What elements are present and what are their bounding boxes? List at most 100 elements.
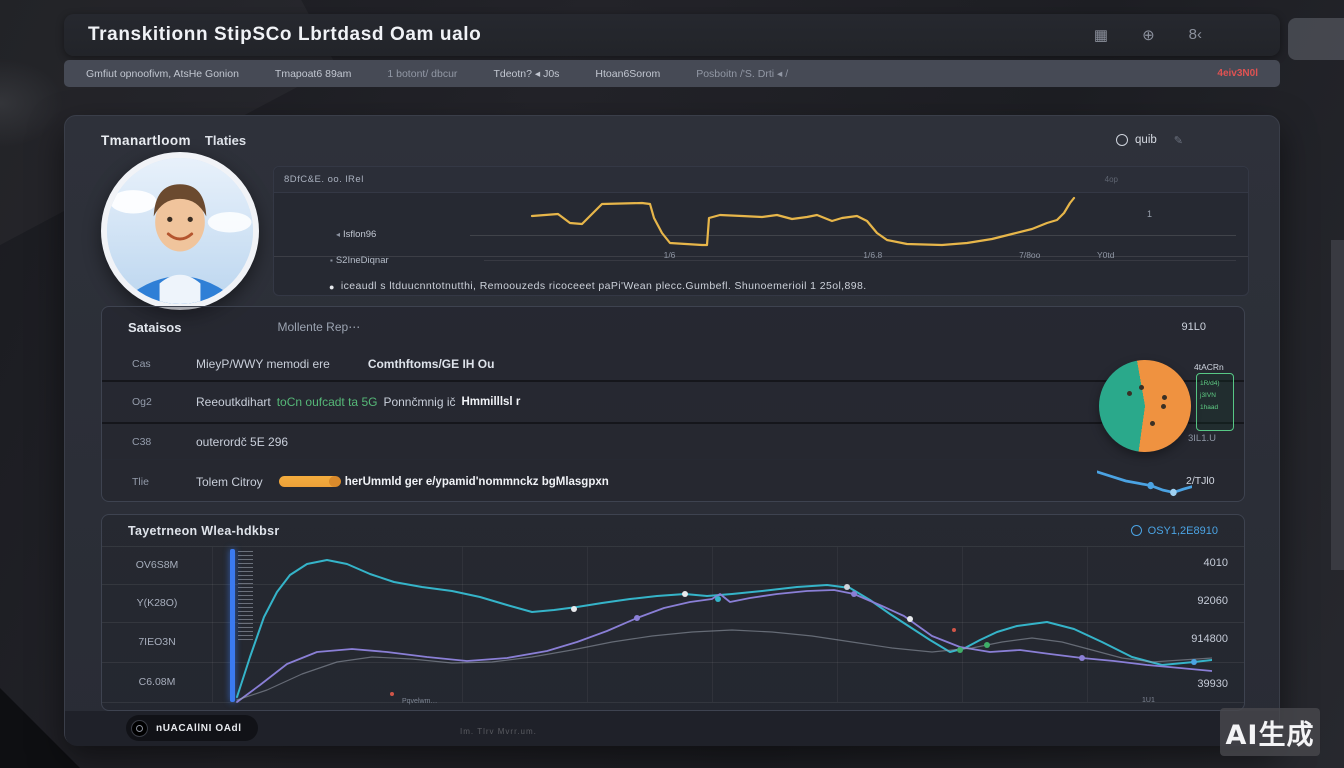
legend-square-icon: ▪ [330, 256, 333, 265]
pie-data-dot [1161, 404, 1166, 409]
trend-action-label: OSY1,2E8910 [1148, 525, 1218, 537]
table-row[interactable]: Og2 Reeoutkdihart toCn oufcadt ta 5G Pon… [102, 382, 1244, 424]
label-column-divider [212, 547, 213, 702]
band-label-2: 7IEO3N [102, 636, 212, 648]
alert-badge[interactable]: 4eiv3N0l [1217, 68, 1258, 79]
right-value-2: 3IL1.U [1188, 433, 1216, 444]
pie-legend-box: 1R/d4) j3IVN 1haad [1196, 373, 1234, 431]
pie-data-dot [1139, 385, 1144, 390]
row-key: Tlie [132, 476, 196, 488]
row-tail-text: Ponnčmnig ič [383, 395, 455, 409]
right-edge-decoration [1331, 240, 1344, 570]
pie-chart [1099, 360, 1191, 452]
table-row[interactable]: C38 outerordč 5E 296 [102, 424, 1244, 460]
card-header: Tmanartloom Tlaties quib ✎ [65, 126, 1279, 154]
chart-marker: 1 [1147, 209, 1152, 219]
card-footer: nUACAllNI OAdl Im. Tlrv Mvrr.um. [65, 711, 1279, 746]
x-axis-note: Pqvelwm… [402, 698, 437, 705]
top-chart-header: 8DfC&E. oo. lRel 4op [274, 167, 1248, 193]
card-subtitle: Tlaties [205, 133, 246, 148]
x-tick-3: Y0td [1097, 250, 1115, 260]
stats-table: Sataisos Mollente Rep⋯ 91L0 Cas MieyP/WW… [101, 306, 1245, 502]
row-text: outerordč 5E 296 [196, 435, 288, 449]
nav-item-3[interactable]: Tdeotn? ◂ J0s [493, 68, 559, 80]
avatar-illustration [107, 158, 253, 304]
circle-icon [1116, 134, 1128, 146]
table-row[interactable]: Tlie Tolem Citroy herUmmld ger e/ypamid'… [102, 460, 1244, 503]
right-axis-value-3: 39930 [1197, 678, 1228, 690]
row-key: C38 [132, 436, 196, 448]
right-axis-value-0: 4010 [1204, 557, 1228, 569]
pen-icon[interactable]: ✎ [1174, 134, 1183, 147]
trend-chart-card: Tayetrneon Wlea-hdkbsr OSY1,2E8910 OV6S8… [101, 514, 1245, 711]
progress-pill [279, 476, 339, 487]
main-dashboard-card: Tmanartloom Tlaties quib ✎ [64, 115, 1280, 745]
record-icon [131, 720, 148, 737]
corner-note: 1U1 [1142, 697, 1155, 704]
table-subtitle: Mollente Rep⋯ [277, 320, 360, 334]
right-axis-value-1: 92060 [1197, 595, 1228, 607]
top-chart-panel: 8DfC&E. oo. lRel 4op ◂Isflon96 ▪S2IneDiq… [273, 166, 1249, 296]
trend-header: Tayetrneon Wlea-hdkbsr OSY1,2E8910 [102, 515, 1244, 547]
row-key: Cas [132, 358, 196, 370]
row-sparkline [1097, 465, 1192, 497]
nav-item-0[interactable]: Gmfiut opnoofivm, AtsHe Gonion [86, 68, 239, 80]
nav-bar: Gmfiut opnoofivm, AtsHe Gonion Tmapoat6 … [64, 60, 1280, 87]
titlebar-icons: ▦ ⊕ 8‹ [1094, 26, 1202, 44]
table-header: Sataisos Mollente Rep⋯ 91L0 [102, 307, 1244, 347]
pie-legend-line-2: 1haad [1200, 402, 1230, 414]
right-axis-value-2: 914800 [1191, 633, 1228, 645]
right-value-0: 4tACRn [1194, 362, 1224, 372]
row-link-text[interactable]: toCn oufcadt ta 5G [277, 395, 378, 409]
globe-icon[interactable]: ⊕ [1142, 26, 1155, 44]
legend-item-0: ◂Isflon96 [336, 229, 376, 240]
row-text: MieyP/WWY memodi ere [196, 357, 330, 371]
ai-watermark: AI生成 [1220, 708, 1320, 756]
table-row[interactable]: Cas MieyP/WWY memodi ere Comthftoms/GE I… [102, 347, 1244, 382]
row-text: Reeoutkdihart [196, 395, 271, 409]
grid-icon[interactable]: ▦ [1094, 26, 1108, 44]
legend-arrow-icon: ◂ [336, 230, 340, 239]
top-chart-aux: 4op [1105, 175, 1118, 184]
nav-item-2[interactable]: 1 botont/ dbcur [387, 68, 457, 80]
download-pill-button[interactable]: nUACAllNI OAdl [126, 715, 258, 741]
x-tick-0: 1/6 [664, 250, 676, 260]
trend-action-button[interactable]: OSY1,2E8910 [1131, 525, 1218, 537]
pie-data-dot [1127, 391, 1132, 396]
summary-note: ● iceaudl s ltduucnntotnutthi, Remoouzed… [329, 280, 1249, 294]
top-chart-title: 8DfC&E. oo. lRel [284, 174, 364, 185]
row-key: Og2 [132, 396, 196, 408]
nav-item-4[interactable]: Htoan6Sorom [595, 68, 660, 80]
row-bold-text: herUmmld ger e/ypamid'nommnckz bgMlasgpx… [345, 476, 609, 488]
band-label-3: C6.08M [102, 676, 212, 688]
background-glow [0, 58, 64, 148]
table-header-value: 91L0 [1182, 321, 1206, 333]
nav-item-5[interactable]: Posboitn /'S. Drti ◂ / [696, 68, 788, 80]
x-tick-2: 7/8oo [1019, 250, 1040, 260]
footer-caption: Im. Tlrv Mvrr.um. [460, 727, 537, 736]
window-title: Transkitionn StipSCo Lbrtdasd Oam ualo [88, 24, 481, 46]
pie-data-dot [1150, 421, 1155, 426]
band-label-0: OV6S8M [102, 559, 212, 571]
band-label-1: Y(K28O) [102, 597, 212, 609]
pie-data-dot [1162, 395, 1167, 400]
avatar[interactable] [101, 152, 259, 310]
clock-icon [1131, 525, 1142, 536]
row-bold-text: Hmmilllsl r [462, 396, 521, 408]
row-secondary-text: Comthftoms/GE IH Ou [368, 357, 495, 371]
bullet-icon: ● [329, 280, 335, 294]
download-label: nUACAllNI OAdl [156, 723, 242, 734]
corner-tab-decoration [1288, 18, 1344, 60]
trend-title: Tayetrneon Wlea-hdkbsr [128, 524, 280, 538]
multi-series-line-chart [232, 547, 1212, 704]
nav-item-1[interactable]: Tmapoat6 89am [275, 68, 351, 80]
refresh-button[interactable]: quib ✎ [1116, 134, 1183, 147]
pie-legend-line-1: j3IVN [1200, 390, 1230, 402]
share-icon[interactable]: 8‹ [1189, 26, 1202, 44]
refresh-label: quib [1135, 134, 1157, 146]
note-text: iceaudl s ltduucnntotnutthi, Remoouzeds … [341, 280, 867, 294]
window-titlebar: Transkitionn StipSCo Lbrtdasd Oam ualo ▦… [64, 14, 1280, 56]
legend-item-1: ▪S2IneDiqnar [330, 255, 389, 266]
row-text: Tolem Citroy [196, 475, 263, 489]
x-tick-1: 1/6.8 [863, 250, 882, 260]
